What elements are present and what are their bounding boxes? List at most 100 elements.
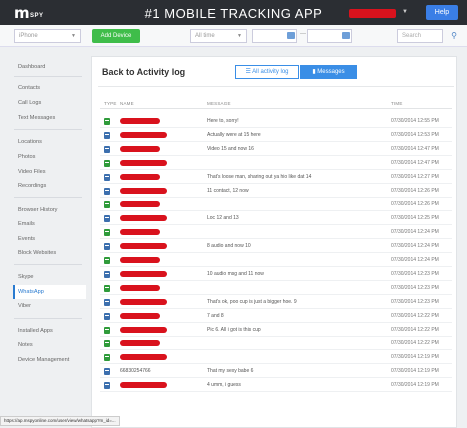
table-row[interactable]: 4 umm, i guess 07/30/2014 12:19 PM [100, 379, 452, 393]
sidebar-item-call-logs[interactable]: Call Logs [18, 100, 41, 106]
calendar-icon[interactable] [287, 32, 295, 39]
add-device-button[interactable]: Add Device [92, 29, 140, 43]
search-input[interactable]: Search [397, 29, 443, 43]
message-time: 07/30/2014 12:19 PM [391, 368, 439, 375]
outgoing-message-icon [104, 382, 110, 390]
redacted-contact-name [120, 340, 160, 347]
contact-name: 66830254766 [120, 368, 151, 375]
table-row[interactable]: That's ok, poo cup is just a bigger hoe.… [100, 296, 452, 309]
sidebar-item-video-files[interactable]: Video Files [18, 169, 46, 175]
outgoing-message-icon [104, 187, 110, 195]
message-time: 07/30/2014 12:24 PM [391, 229, 439, 236]
all-activity-log-button[interactable]: ☰ All activity log [235, 65, 299, 79]
device-select[interactable]: iPhone ▼ [14, 29, 81, 43]
column-header-type: TYPE [104, 101, 117, 106]
message-time: 07/30/2014 12:26 PM [391, 187, 439, 194]
table-row[interactable]: Here to, sorry! 07/30/2014 12:55 PM [100, 115, 452, 128]
incoming-message-icon [104, 326, 110, 334]
table-row[interactable]: 07/30/2014 12:19 PM [100, 351, 452, 365]
user-account-menu[interactable] [349, 9, 396, 18]
redacted-contact-name [120, 326, 167, 333]
table-row[interactable]: 66830254766 That my sexy babe 6 07/30/2014… [100, 365, 452, 379]
redacted-contact-name [120, 243, 167, 250]
sidebar-item-dashboard[interactable]: Dashboard [18, 64, 45, 70]
redacted-contact-name [120, 298, 167, 305]
table-row[interactable]: 07/30/2014 12:22 PM [100, 337, 452, 351]
incoming-message-icon [104, 340, 110, 348]
table-row[interactable]: That's loose man, sharing out ya hio lik… [100, 171, 452, 184]
sidebar-item-text-messages[interactable]: Text Messages [18, 115, 55, 121]
back-to-activity-log-link[interactable]: Back to Activity log [102, 67, 185, 77]
redacted-contact-name [120, 354, 167, 361]
outgoing-message-icon [104, 270, 110, 278]
column-header-time: TIME [391, 101, 403, 106]
sidebar-item-device-management[interactable]: Device Management [18, 357, 69, 363]
sidebar-item-viber[interactable]: Viber [18, 303, 31, 309]
date-separator: — [300, 31, 306, 37]
time-range-select[interactable]: All time ▼ [190, 29, 247, 43]
message-text: 7 and 8 [207, 312, 224, 319]
redacted-contact-name [120, 131, 167, 138]
sidebar-item-block-websites[interactable]: Block Websites [18, 250, 56, 256]
sidebar-item-browser-history[interactable]: Browser History [18, 207, 57, 213]
message-time: 07/30/2014 12:26 PM [391, 201, 439, 208]
messages-button[interactable]: ▮ Messages [300, 65, 357, 79]
redacted-contact-name [120, 257, 160, 263]
table-row[interactable]: Pic 6. All i got is this cup 07/30/2014 1… [100, 324, 452, 337]
outgoing-message-icon [104, 312, 110, 320]
message-time: 07/30/2014 12:23 PM [391, 298, 439, 305]
message-time: 07/30/2014 12:23 PM [391, 284, 439, 291]
top-bar: m SPY #1 MOBILE TRACKING APP ▼ Help [0, 0, 467, 25]
table-row[interactable]: 07/30/2014 12:23 PM [100, 282, 452, 295]
sidebar-item-locations[interactable]: Locations [18, 139, 42, 145]
table-row[interactable]: 8 audio and now 10 07/30/2014 12:24 PM [100, 240, 452, 254]
sidebar-item-emails[interactable]: Emails [18, 221, 35, 227]
sidebar-item-notes[interactable]: Notes [18, 342, 33, 348]
message-time: 07/30/2014 12:24 PM [391, 243, 439, 250]
table-row[interactable]: 11 contact, 12 now 07/30/2014 12:26 PM [100, 185, 452, 198]
message-time: 07/30/2014 12:27 PM [391, 173, 439, 180]
incoming-message-icon [104, 229, 110, 237]
sidebar-item-whatsapp[interactable]: WhatsApp [18, 289, 44, 295]
message-time: 07/30/2014 12:22 PM [391, 340, 439, 347]
sidebar-item-installed-apps[interactable]: Installed Apps [18, 328, 53, 334]
sidebar-item-skype[interactable]: Skype [18, 274, 34, 280]
message-text: That's ok, poo cup is just a bigger hoe.… [207, 298, 297, 305]
sidebar-divider [14, 129, 82, 130]
table-row[interactable]: 7 and 8 07/30/2014 12:22 PM [100, 310, 452, 323]
sidebar-divider [14, 197, 82, 198]
column-header-message: MESSAGE [207, 101, 231, 106]
message-text: Loc 12 and 13 [207, 215, 239, 222]
table-row[interactable]: Actually were at 15 here 07/30/2014 12:53… [100, 129, 452, 142]
table-row[interactable]: 10 audio msg and 11 now 07/30/2014 12:23 … [100, 268, 452, 281]
status-bar-url: https://ap.mspyonline.com/user/view/what… [0, 416, 120, 426]
outgoing-message-icon [104, 215, 110, 223]
incoming-message-icon [104, 257, 110, 264]
chevron-down-icon[interactable]: ▼ [402, 9, 408, 15]
sidebar-item-photos[interactable]: Photos [18, 154, 35, 160]
redacted-contact-name [120, 173, 160, 180]
sidebar [0, 48, 88, 428]
sidebar-divider [14, 76, 82, 77]
sidebar-item-events[interactable]: Events [18, 236, 35, 242]
incoming-message-icon [104, 284, 110, 292]
search-icon[interactable]: ⚲ [447, 29, 461, 43]
table-row[interactable]: 07/30/2014 12:26 PM [100, 198, 452, 212]
table-row[interactable]: 07/30/2014 12:24 PM [100, 254, 452, 267]
table-row[interactable]: Video 15 and now 16 07/30/2014 12:47 PM [100, 143, 452, 156]
sidebar-item-contacts[interactable]: Contacts [18, 85, 40, 91]
table-row[interactable]: 07/30/2014 12:47 PM [100, 157, 452, 170]
message-time: 07/30/2014 12:24 PM [391, 257, 439, 263]
message-text: Pic 6. All i got is this cup [207, 326, 261, 333]
sidebar-item-recordings[interactable]: Recordings [18, 183, 46, 189]
message-time: 07/30/2014 12:23 PM [391, 270, 439, 277]
help-button[interactable]: Help [426, 5, 458, 20]
column-header-name: NAME [120, 101, 134, 106]
table-row[interactable]: 07/30/2014 12:24 PM [100, 226, 452, 240]
calendar-icon[interactable] [342, 32, 350, 39]
message-time: 07/30/2014 12:19 PM [391, 354, 439, 361]
message-time: 07/30/2014 12:53 PM [391, 131, 439, 138]
time-range-value: All time [195, 33, 215, 39]
filter-bar: iPhone ▼ Add Device All time ▼ — Search … [0, 25, 467, 47]
table-row[interactable]: Loc 12 and 13 07/30/2014 12:25 PM [100, 212, 452, 226]
